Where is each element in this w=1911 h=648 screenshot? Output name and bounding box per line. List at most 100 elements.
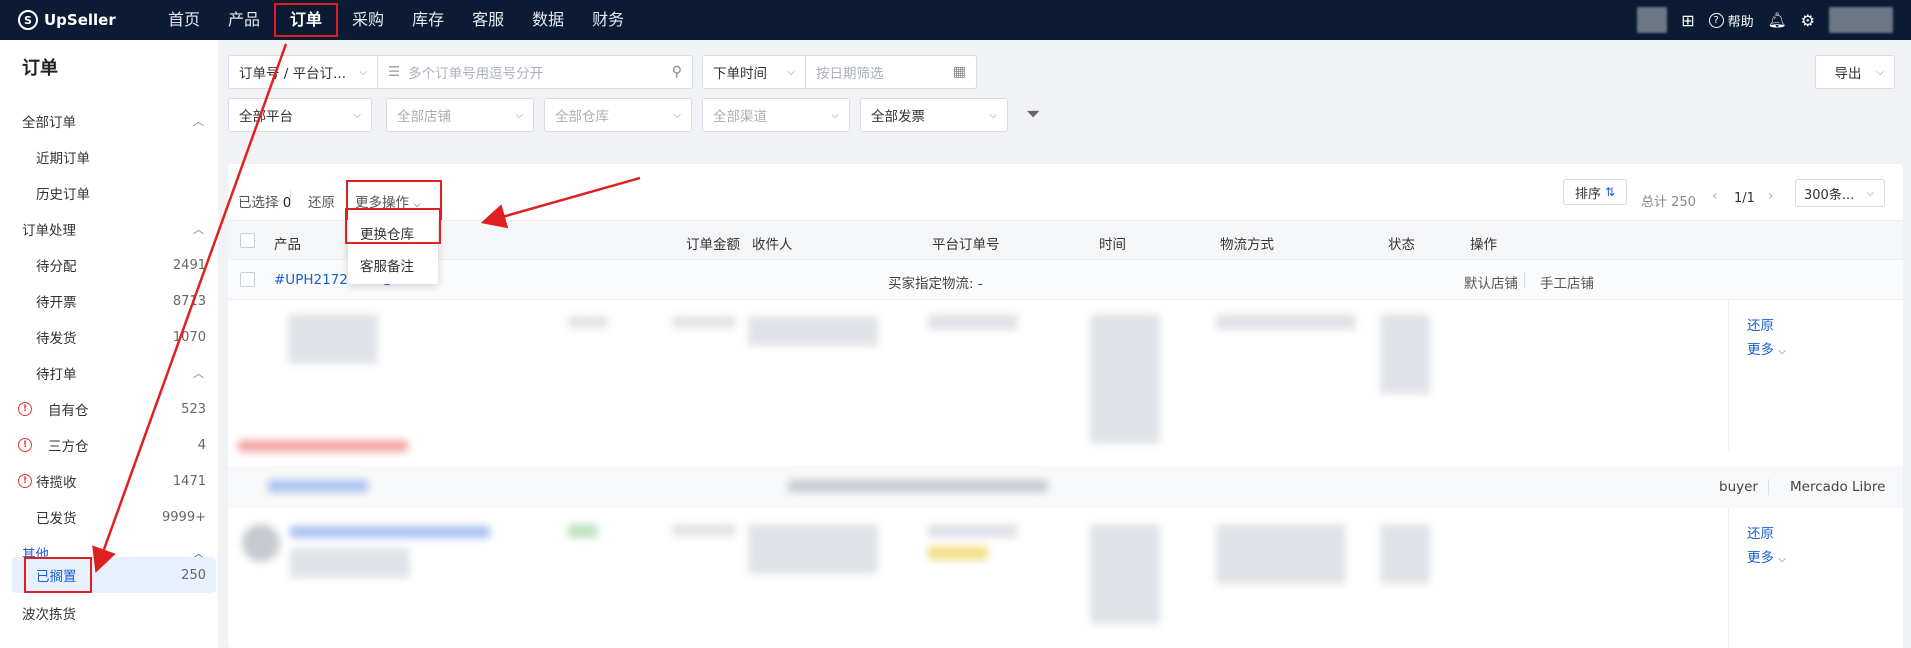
help-label: 帮助 <box>1727 14 1754 30</box>
warehouse-select[interactable]: 全部仓库 ⌵ <box>544 98 692 132</box>
blurred-order-id-2 <box>268 480 368 492</box>
channel-select[interactable]: 全部渠道 ⌵ <box>702 98 850 132</box>
nav-inventory[interactable]: 库存 <box>398 0 458 40</box>
order-number-input[interactable]: ☰ 多个订单号用逗号分开 ⚲ <box>377 55 693 89</box>
chevron-up-icon: ︿ <box>193 367 204 380</box>
dropdown-option-service-note[interactable]: 客服备注 <box>360 255 414 275</box>
buyer-logistics-text: 买家指定物流: - <box>888 276 983 292</box>
nav-home[interactable]: 首页 <box>154 0 214 40</box>
bell-icon[interactable]: 🔔︎ <box>1768 11 1787 29</box>
logo-icon: S <box>18 10 38 30</box>
sidebar-item-history-orders[interactable]: 历史订单 <box>0 178 218 208</box>
blurred-recipient-2 <box>748 524 878 574</box>
sidebar-item-count: 8713 <box>172 293 206 309</box>
sidebar-item-label: 自有仓 <box>48 403 89 419</box>
column-header-actions: 操作 <box>1470 237 1497 253</box>
nav-finance[interactable]: 财务 <box>578 0 638 40</box>
sidebar: 订单 全部订单 ︿ 近期订单 历史订单 订单处理 ︿ 待分配 2491 待开票 … <box>0 40 218 648</box>
column-header-product: 产品 <box>274 237 301 253</box>
sidebar-group-order-processing[interactable]: 订单处理 ︿ <box>0 214 218 244</box>
nav-orders[interactable]: 订单 <box>274 3 339 37</box>
export-button[interactable]: 导出 ⌵ <box>1815 55 1895 89</box>
apps-grid-icon[interactable]: ⊞ <box>1681 11 1694 30</box>
nav-right-tools: ⊞ ? 帮助 🔔︎ ⚙ <box>1637 0 1911 40</box>
sidebar-item-count: 4 <box>197 437 206 453</box>
warning-icon: ! <box>18 474 32 488</box>
sidebar-item-label: 待开票 <box>36 295 77 311</box>
sidebar-item-to-invoice[interactable]: 待开票 8713 <box>0 286 218 316</box>
chevron-down-icon: ⌵ <box>353 109 361 121</box>
more-link[interactable]: 更多 ⌵ <box>1747 338 1786 358</box>
blurred-logistics-2 <box>788 480 1048 492</box>
sort-label: 排序 <box>1574 186 1601 202</box>
blurred-product-image <box>242 524 280 562</box>
restore-link[interactable]: 还原 <box>1747 314 1774 334</box>
gear-icon[interactable]: ⚙ <box>1801 11 1815 30</box>
search-icon[interactable]: ⚲ <box>672 64 682 80</box>
order-field-select[interactable]: 订单号 / 平台订... ⌵ <box>228 55 378 89</box>
column-header-recipient: 收件人 <box>752 237 793 253</box>
blurred-platform-order-no-2 <box>928 524 1018 538</box>
nav-service[interactable]: 客服 <box>458 0 518 40</box>
blurred-platform-order-no <box>928 314 1018 330</box>
sidebar-item-own-warehouse[interactable]: ! 自有仓 523 <box>0 394 218 424</box>
nav-purchase[interactable]: 采购 <box>338 0 398 40</box>
sidebar-item-wave-picking[interactable]: 波次拣货 <box>0 598 218 628</box>
actions-cell-1: 还原 更多 ⌵ <box>1728 300 1903 450</box>
nav-products[interactable]: 产品 <box>214 0 274 40</box>
page-size-value: 300条... <box>1804 187 1855 203</box>
blurred-logistics <box>1216 314 1356 330</box>
sidebar-title: 订单 <box>22 58 58 79</box>
export-label: 导出 <box>1834 66 1862 82</box>
order-checkbox[interactable] <box>240 272 255 287</box>
date-placeholder: 按日期筛选 <box>816 66 884 82</box>
brand-logo[interactable]: S UpSeller <box>18 10 138 30</box>
sidebar-item-count: 250 <box>181 567 206 583</box>
warning-icon: ! <box>18 438 32 452</box>
column-header-platform-order-no: 平台订单号 <box>932 237 1000 253</box>
blurred-product-title <box>290 526 490 538</box>
blurred-status-2 <box>1380 524 1430 584</box>
orders-panel: 已选择 0 还原 更多操作 ⌵ 更换仓库 客服备注 排序 ⇅ 总计 250 ‹ … <box>228 164 1903 648</box>
select-all-checkbox[interactable] <box>240 233 255 248</box>
more-link[interactable]: 更多 ⌵ <box>1747 546 1786 566</box>
blurred-red-note <box>238 440 408 452</box>
nav-data[interactable]: 数据 <box>518 0 578 40</box>
sidebar-group-to-print[interactable]: 待打单 ︿ <box>0 358 218 388</box>
sidebar-item-recent-orders[interactable]: 近期订单 <box>0 142 218 172</box>
buyer-label: buyer <box>1719 479 1758 495</box>
date-range-input[interactable]: 按日期筛选 ▦ <box>805 55 977 89</box>
sidebar-item-to-ship[interactable]: 待发货 1070 <box>0 322 218 352</box>
prev-page-icon[interactable]: ‹ <box>1712 188 1718 204</box>
sidebar-item-on-hold[interactable]: 已搁置 250 <box>0 560 218 590</box>
filter-funnel-icon[interactable]: ⏷ <box>1026 104 1040 125</box>
sidebar-item-shipped[interactable]: 已发货 9999+ <box>0 502 218 532</box>
sidebar-item-to-collect[interactable]: ! 待揽收 1471 <box>0 466 218 496</box>
chevron-down-icon: ⌵ <box>1778 554 1786 565</box>
column-header-amount: 订单金额 <box>686 237 740 253</box>
chevron-down-icon: ⌵ <box>515 109 523 121</box>
platform-select[interactable]: 全部平台 ⌵ <box>228 98 372 132</box>
sidebar-item-third-party-warehouse[interactable]: ! 三方仓 4 <box>0 430 218 460</box>
next-page-icon[interactable]: › <box>1768 188 1774 204</box>
warning-icon: ! <box>18 402 32 416</box>
sidebar-group-all-orders[interactable]: 全部订单 ︿ <box>0 106 218 136</box>
chevron-down-icon: ⌵ <box>1778 346 1786 357</box>
restore-link[interactable]: 还原 <box>1747 522 1774 542</box>
blurred-user-name[interactable] <box>1829 7 1893 33</box>
blurred-avatar[interactable] <box>1637 7 1668 33</box>
time-field-select[interactable]: 下单时间 ⌵ <box>702 55 806 89</box>
platform-label: Mercado Libre <box>1790 479 1886 495</box>
help-button[interactable]: ? 帮助 <box>1708 11 1754 30</box>
sort-button[interactable]: 排序 ⇅ <box>1563 179 1627 205</box>
blurred-product-sku <box>290 548 410 578</box>
shop-select[interactable]: 全部店铺 ⌵ <box>386 98 534 132</box>
page-size-select[interactable]: 300条... ⌵ <box>1795 179 1885 207</box>
sidebar-item-to-assign[interactable]: 待分配 2491 <box>0 250 218 280</box>
invoice-select[interactable]: 全部发票 ⌵ <box>860 98 1008 132</box>
restore-bulk-button[interactable]: 还原 <box>308 191 335 211</box>
sort-icon: ⇅ <box>1604 185 1616 199</box>
sidebar-item-count: 9999+ <box>162 509 206 525</box>
sidebar-group-label: 全部订单 <box>22 115 76 131</box>
sidebar-item-label: 波次拣货 <box>22 607 76 623</box>
